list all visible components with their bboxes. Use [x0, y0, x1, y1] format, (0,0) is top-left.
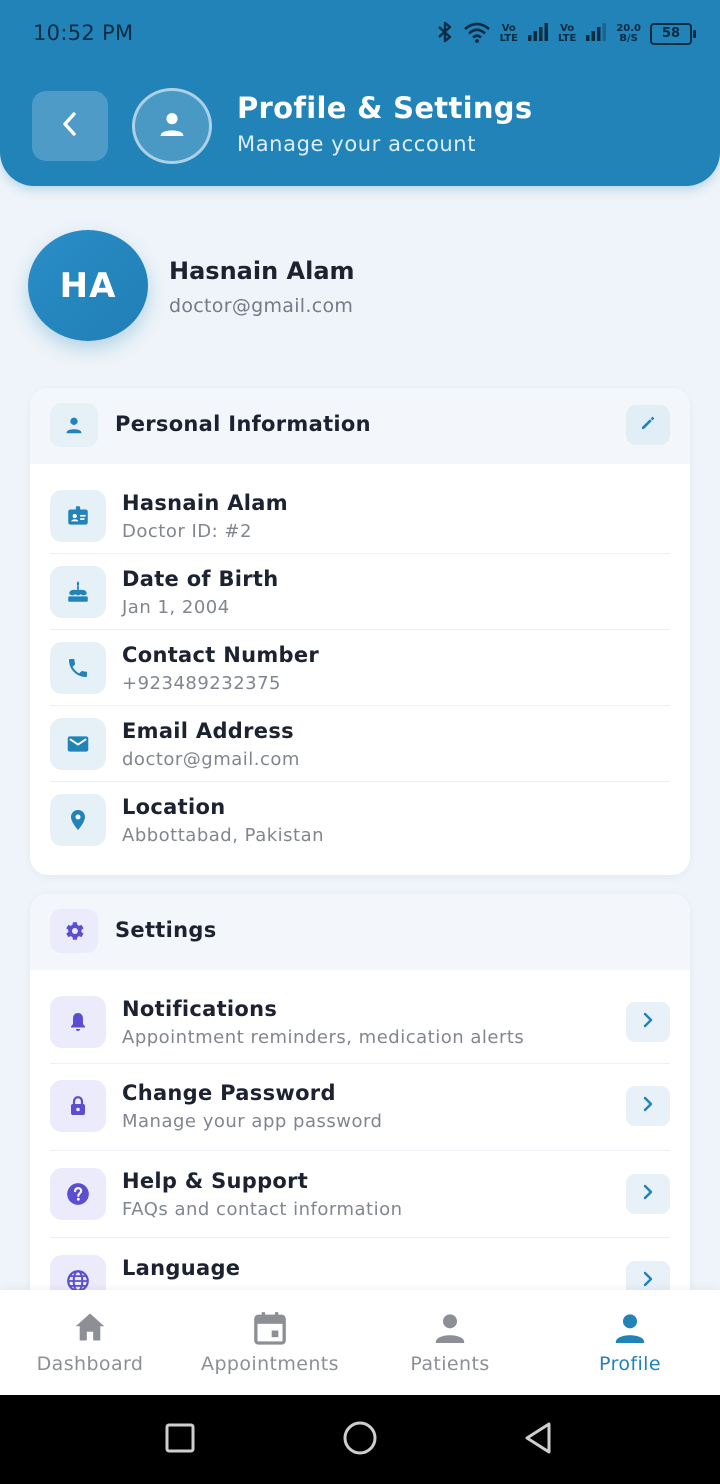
- list-item: Date of Birth Jan 1, 2004: [50, 566, 670, 618]
- section-title: Settings: [115, 918, 217, 942]
- profile-avatar: HA: [28, 230, 148, 341]
- status-bar: 10:52 PM Vo LTE Vo LTE 20.0 B/S 58: [0, 0, 720, 68]
- nav-label: Appointments: [201, 1353, 339, 1375]
- chevron-left-icon: [58, 110, 82, 142]
- settings-card: Settings Notifications Appointment remin…: [30, 894, 690, 1314]
- chevron-right-button[interactable]: [626, 1086, 670, 1126]
- nav-label: Patients: [410, 1353, 490, 1375]
- nav-label: Profile: [599, 1353, 661, 1375]
- chevron-right-icon: [641, 1183, 655, 1205]
- personal-information-header: Personal Information: [30, 388, 690, 464]
- profile-email: doctor@gmail.com: [169, 295, 354, 317]
- section-title: Personal Information: [115, 412, 371, 436]
- nav-label: Dashboard: [36, 1353, 144, 1375]
- back-button[interactable]: [32, 91, 108, 161]
- status-time: 10:52 PM: [33, 21, 134, 45]
- list-item: Location Abbottabad, Pakistan: [50, 794, 670, 846]
- row-title: Help & Support: [122, 1169, 309, 1193]
- chevron-right-icon: [641, 1095, 655, 1117]
- person-icon: [156, 108, 188, 144]
- list-item: Email Address doctor@gmail.com: [50, 718, 670, 770]
- settings-header: Settings: [30, 894, 690, 970]
- chevron-right-icon: [641, 1011, 655, 1033]
- row-title: Location: [122, 795, 226, 819]
- page-title: Profile & Settings: [237, 91, 533, 125]
- lock-icon: [50, 1080, 106, 1132]
- square-icon: [165, 1423, 195, 1457]
- battery-icon: 58: [650, 23, 696, 45]
- header-avatar: [132, 88, 212, 164]
- gear-icon: [50, 909, 98, 953]
- bell-icon: [50, 996, 106, 1048]
- calendar-icon: [180, 1308, 360, 1348]
- person-icon: [540, 1308, 720, 1348]
- triangle-back-icon: [522, 1421, 554, 1459]
- circle-icon: [342, 1420, 378, 1460]
- network-speed: 20.0 B/S: [616, 23, 641, 44]
- bottom-navigation: Dashboard Appointments Patients Profile: [0, 1290, 720, 1395]
- help-icon: [50, 1168, 106, 1220]
- row-subtitle: Appointment reminders, medication alerts: [122, 1027, 525, 1048]
- row-title: Hasnain Alam: [122, 491, 288, 515]
- app-header: 10:52 PM Vo LTE Vo LTE 20.0 B/S 58 Profi…: [0, 0, 720, 186]
- home-icon: [0, 1308, 180, 1348]
- profile-initials: HA: [59, 265, 117, 306]
- wifi-icon: [463, 21, 491, 47]
- recents-button[interactable]: [157, 1417, 203, 1463]
- nav-item-dashboard[interactable]: Dashboard: [0, 1290, 180, 1395]
- divider: [50, 781, 670, 782]
- phone-icon: [50, 642, 106, 694]
- location-pin-icon: [50, 794, 106, 846]
- divider: [50, 705, 670, 706]
- chevron-right-button[interactable]: [626, 1002, 670, 1042]
- row-subtitle: doctor@gmail.com: [122, 749, 300, 770]
- signal-icon-2: [585, 22, 607, 46]
- row-subtitle: FAQs and contact information: [122, 1199, 403, 1220]
- chevron-right-icon: [641, 1270, 655, 1292]
- row-title: Language: [122, 1256, 241, 1280]
- edit-button[interactable]: [626, 405, 670, 445]
- signal-icon-1: [527, 22, 549, 46]
- row-subtitle: Jan 1, 2004: [122, 597, 230, 618]
- profile-name: Hasnain Alam: [169, 257, 355, 285]
- list-item: Hasnain Alam Doctor ID: #2: [50, 490, 670, 542]
- cake-icon: [50, 566, 106, 618]
- row-subtitle: Manage your app password: [122, 1111, 383, 1132]
- system-navigation-bar: [0, 1395, 720, 1484]
- personal-information-card: Personal Information Hasnain Alam Doctor…: [30, 388, 690, 875]
- row-subtitle: Abbottabad, Pakistan: [122, 825, 325, 846]
- divider: [50, 553, 670, 554]
- row-title: Notifications: [122, 997, 278, 1021]
- nav-item-patients[interactable]: Patients: [360, 1290, 540, 1395]
- list-item: Contact Number +923489232375: [50, 642, 670, 694]
- row-subtitle: Doctor ID: #2: [122, 521, 252, 542]
- nav-item-appointments[interactable]: Appointments: [180, 1290, 360, 1395]
- home-button[interactable]: [337, 1417, 383, 1463]
- divider: [50, 1063, 670, 1064]
- row-title: Contact Number: [122, 643, 320, 667]
- row-title: Change Password: [122, 1081, 336, 1105]
- person-icon: [50, 403, 98, 447]
- volte-indicator-1: Vo LTE: [499, 23, 518, 44]
- divider: [50, 1150, 670, 1151]
- settings-item-notifications[interactable]: Notifications Appointment reminders, med…: [50, 996, 670, 1052]
- divider: [50, 1237, 670, 1238]
- row-title: Email Address: [122, 719, 294, 743]
- status-icons: Vo LTE Vo LTE 20.0 B/S 58: [436, 20, 696, 48]
- page-subtitle: Manage your account: [237, 132, 477, 156]
- nav-item-profile[interactable]: Profile: [540, 1290, 720, 1395]
- person-icon: [360, 1308, 540, 1348]
- bluetooth-icon: [436, 20, 454, 48]
- chevron-right-button[interactable]: [626, 1174, 670, 1214]
- row-subtitle: +923489232375: [122, 673, 282, 694]
- id-badge-icon: [50, 490, 106, 542]
- settings-item-help-support[interactable]: Help & Support FAQs and contact informat…: [50, 1168, 670, 1224]
- back-system-button[interactable]: [515, 1417, 561, 1463]
- email-icon: [50, 718, 106, 770]
- row-title: Date of Birth: [122, 567, 279, 591]
- settings-item-change-password[interactable]: Change Password Manage your app password: [50, 1080, 670, 1136]
- pencil-icon: [639, 414, 657, 436]
- divider: [50, 629, 670, 630]
- volte-indicator-2: Vo LTE: [557, 23, 577, 44]
